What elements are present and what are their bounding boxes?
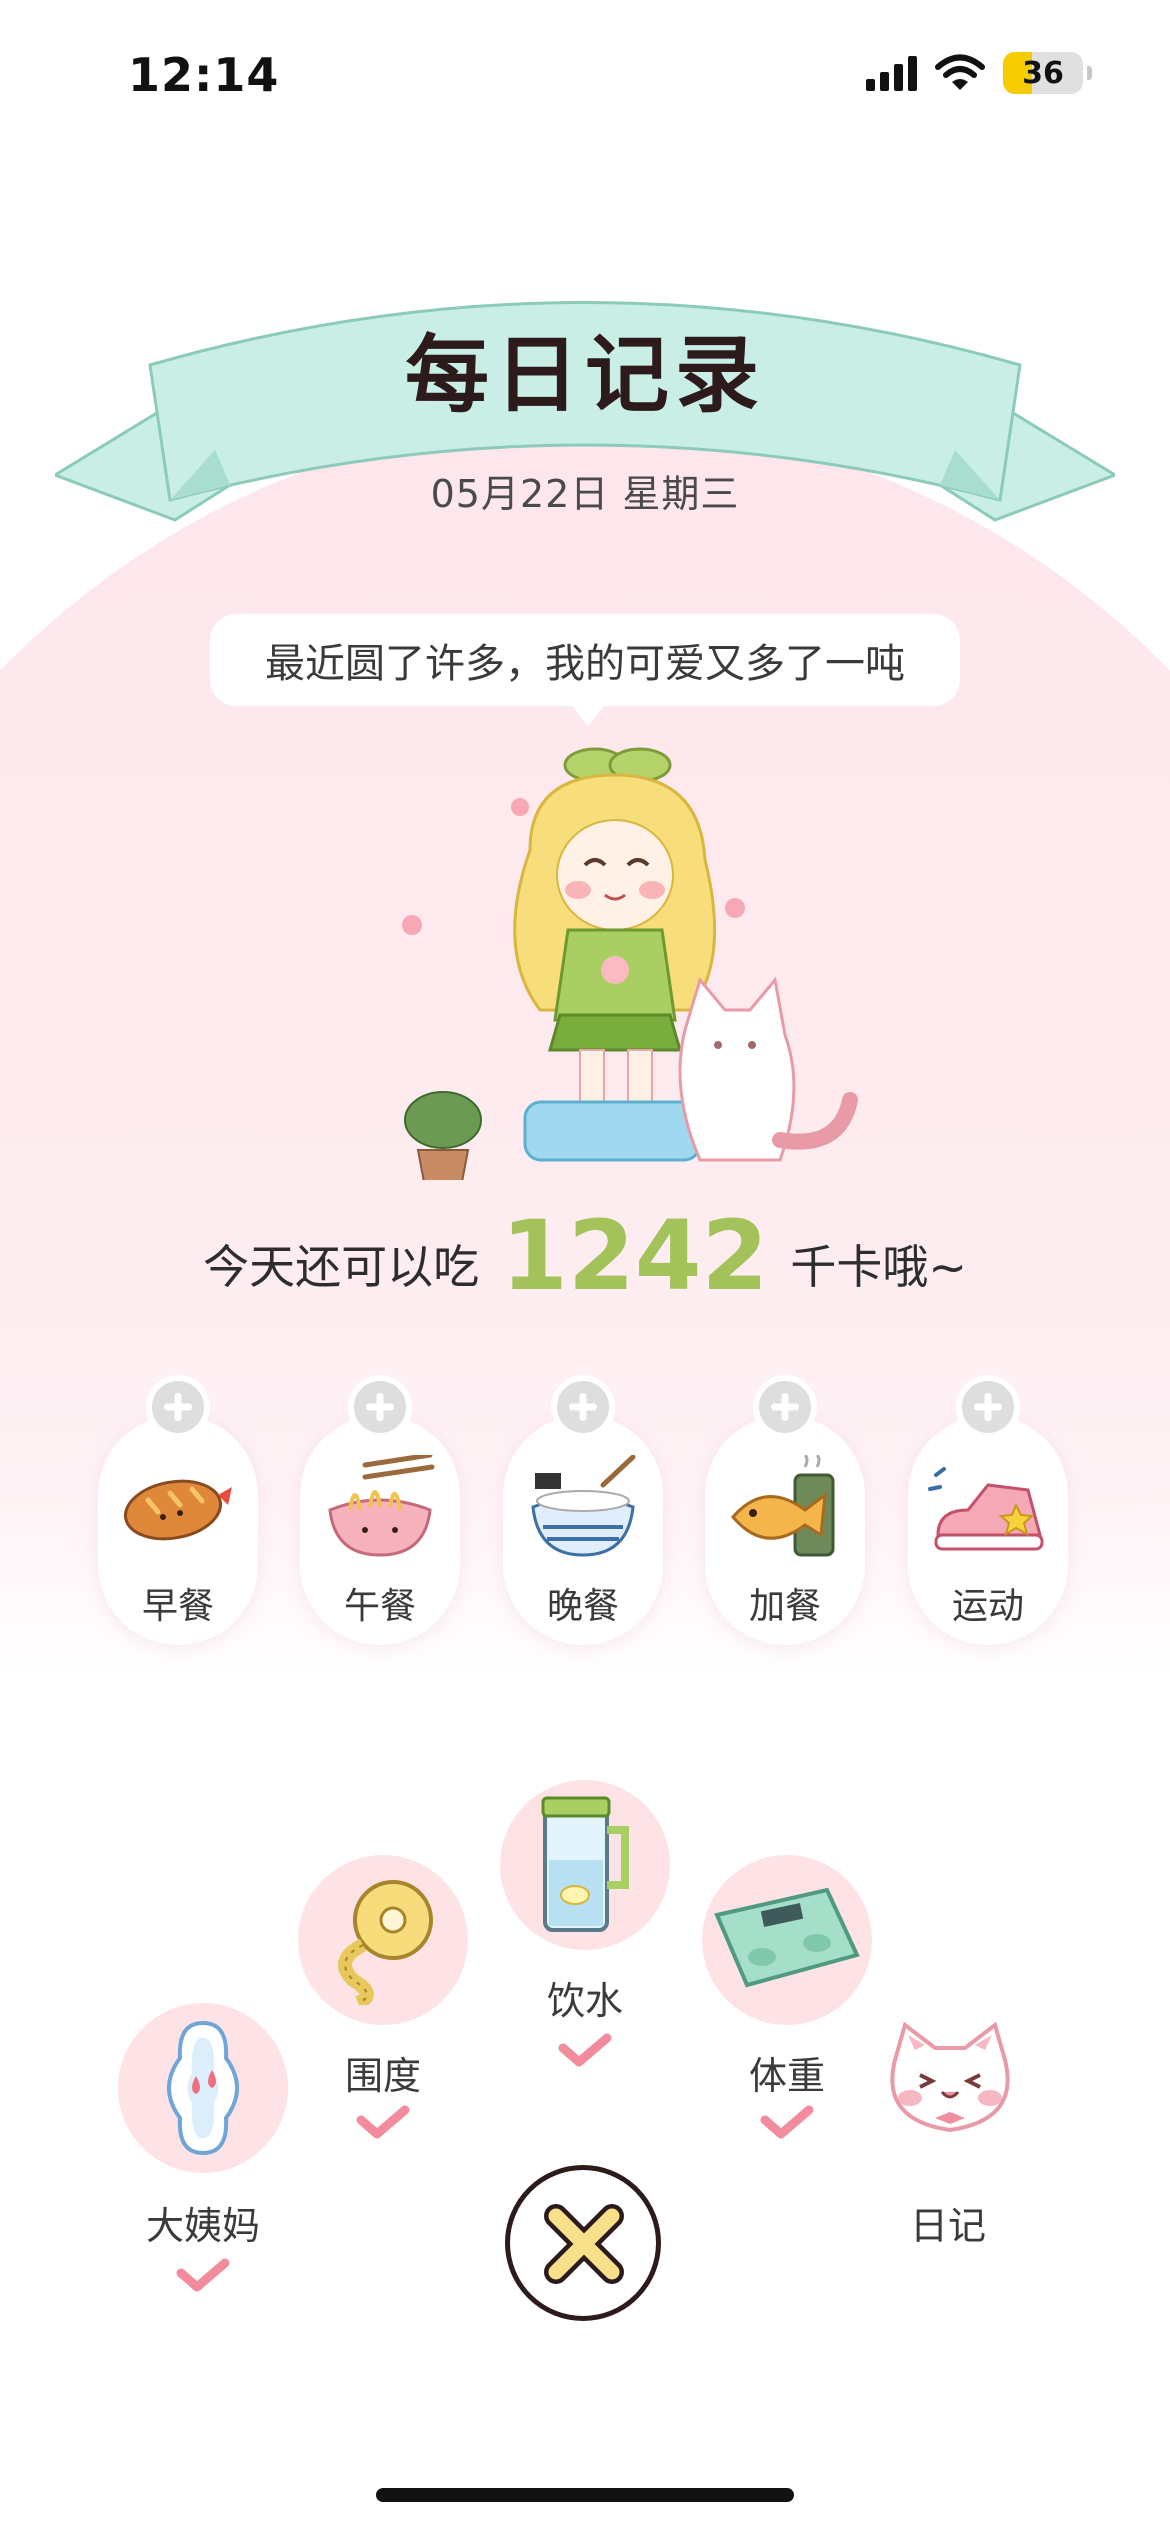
check-water-icon (558, 2033, 612, 2067)
tracker-measure-circle[interactable] (298, 1855, 468, 2025)
home-indicator[interactable] (376, 2488, 794, 2502)
calorie-value: 1242 (501, 1200, 769, 1312)
meal-label-lunch: 午餐 (343, 1586, 416, 1627)
pad-icon (167, 2020, 239, 2156)
tracker-label-diary: 日记 (909, 2204, 986, 2248)
battery-tip (1087, 66, 1092, 80)
status-icons: 36 (866, 52, 1092, 94)
close-button[interactable] (505, 2165, 661, 2321)
speech-bubble-text: 最近圆了许多，我的可爱又多了一吨 (265, 641, 905, 687)
status-time: 12:14 (128, 48, 280, 102)
girl-with-cat-illustration (402, 747, 858, 1180)
check-period-icon (176, 2258, 230, 2292)
water-jug-icon (541, 1796, 629, 1932)
tracker-label-period: 大姨妈 (145, 2204, 260, 2248)
calorie-suffix: 千卡哦~ (790, 1240, 967, 1294)
wifi-icon (935, 54, 985, 90)
speech-bubble: 最近圆了许多，我的可爱又多了一吨 (210, 614, 960, 726)
date-label: 05月22日 星期三 (430, 472, 740, 516)
meal-label-snack: 加餐 (748, 1586, 821, 1627)
add-exercise-icon[interactable] (956, 1375, 1020, 1439)
meal-card-lunch[interactable]: 午餐 (300, 1375, 460, 1645)
tracker-water-circle[interactable] (500, 1780, 670, 1950)
rice-bowl-icon (531, 1455, 636, 1557)
check-weight-icon (760, 2105, 814, 2139)
cat-face-icon[interactable] (880, 2020, 1020, 2140)
taiyaki-icon (731, 1455, 835, 1557)
check-measure-icon (356, 2105, 410, 2139)
tracker-weight-circle[interactable] (702, 1855, 872, 2025)
scale-icon (714, 1887, 860, 1988)
battery-level: 36 (1022, 56, 1064, 91)
calorie-remaining: 今天还可以吃 1242 千卡哦~ (0, 1200, 1170, 1312)
meal-label-dinner: 晚餐 (546, 1586, 619, 1627)
close-icon (544, 2204, 624, 2284)
tracker-label-water: 饮水 (546, 1979, 623, 2023)
add-lunch-icon[interactable] (348, 1375, 412, 1439)
bread-icon (123, 1479, 232, 1541)
meal-label-exercise: 运动 (951, 1586, 1024, 1627)
noodle-bowl-icon (328, 1455, 435, 1557)
calorie-prefix: 今天还可以吃 (203, 1240, 480, 1294)
meal-cards: 早餐 午餐 晚餐 加餐 运动 (98, 1375, 1073, 1645)
battery-icon: 36 (1003, 52, 1083, 94)
meal-card-exercise[interactable]: 运动 (908, 1375, 1068, 1645)
page-title: 每日记录 (404, 326, 765, 424)
add-snack-icon[interactable] (753, 1375, 817, 1439)
add-breakfast-icon[interactable] (146, 1375, 210, 1439)
daily-record-screen: 12:14 36 每日记录 05月22日 星期三 最近圆了许多，我的可爱又多了一… (0, 0, 1170, 2532)
meal-card-snack[interactable]: 加餐 (705, 1375, 865, 1645)
tape-measure-icon (338, 1880, 433, 2005)
tracker-label-weight: 体重 (748, 2054, 825, 2098)
sneaker-icon (928, 1467, 1044, 1551)
meal-card-breakfast[interactable]: 早餐 (98, 1375, 258, 1645)
meal-card-dinner[interactable]: 晚餐 (503, 1375, 663, 1645)
signal-icon (866, 55, 917, 91)
add-dinner-icon[interactable] (551, 1375, 615, 1439)
meal-label-breakfast: 早餐 (141, 1586, 214, 1627)
tracker-period-circle[interactable] (118, 2003, 288, 2173)
tracker-label-measure: 围度 (344, 2054, 421, 2098)
